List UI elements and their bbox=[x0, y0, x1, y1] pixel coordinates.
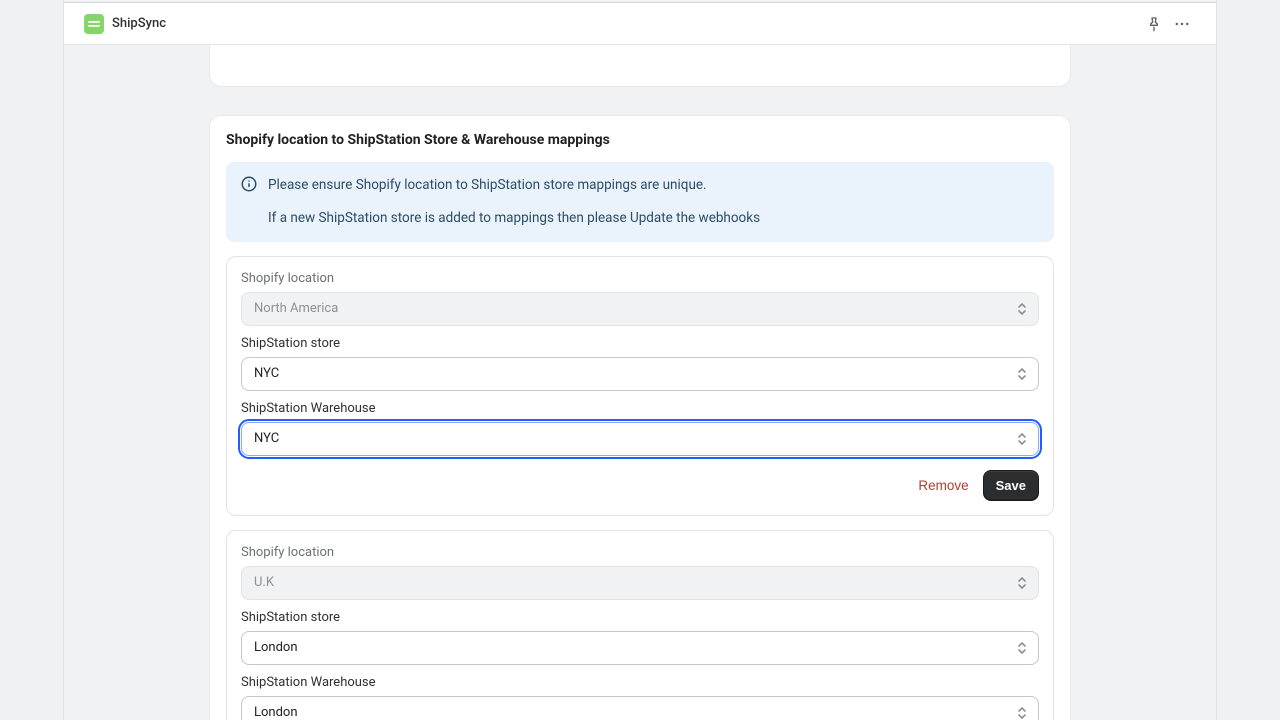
shipstation-warehouse-select[interactable]: London bbox=[241, 696, 1039, 720]
shopify-location-select: U.K bbox=[241, 566, 1039, 600]
mappings-card: Shopify location to ShipStation Store & … bbox=[209, 115, 1071, 720]
shopify-location-value: U.K bbox=[254, 575, 274, 590]
section-title: Shopify location to ShipStation Store & … bbox=[226, 132, 1054, 148]
more-icon bbox=[1173, 15, 1191, 33]
info-line-1: Please ensure Shopify location to ShipSt… bbox=[268, 174, 760, 197]
shopify-location-value: North America bbox=[254, 301, 338, 316]
shipstation-warehouse-label: ShipStation Warehouse bbox=[241, 401, 1039, 416]
select-chevrons-icon bbox=[1016, 575, 1028, 591]
shipstation-warehouse-label: ShipStation Warehouse bbox=[241, 675, 1039, 690]
shipstation-warehouse-value: London bbox=[254, 705, 298, 720]
shipstation-store-label: ShipStation store bbox=[241, 610, 1039, 625]
select-chevrons-icon bbox=[1016, 301, 1028, 317]
shipstation-store-select[interactable]: NYC bbox=[241, 357, 1039, 391]
info-line-2: If a new ShipStation store is added to m… bbox=[268, 207, 760, 230]
info-banner: Please ensure Shopify location to ShipSt… bbox=[226, 162, 1054, 242]
mapping-block: Shopify location North America ShipStation… bbox=[226, 256, 1054, 516]
shopify-location-select: North America bbox=[241, 292, 1039, 326]
info-icon bbox=[240, 175, 258, 193]
select-chevrons-icon bbox=[1016, 640, 1028, 656]
select-chevrons-icon bbox=[1016, 705, 1028, 720]
pin-button[interactable] bbox=[1140, 10, 1168, 38]
topbar: ShipSync bbox=[64, 3, 1216, 45]
shipstation-store-value: NYC bbox=[254, 366, 279, 381]
pin-icon bbox=[1146, 16, 1162, 32]
shipstation-warehouse-value: NYC bbox=[254, 431, 279, 446]
select-chevrons-icon bbox=[1016, 366, 1028, 382]
remove-button[interactable]: Remove bbox=[918, 478, 968, 493]
mapping-block: Shopify location U.K ShipStation store Lond… bbox=[226, 530, 1054, 720]
app-title: ShipSync bbox=[112, 16, 166, 31]
select-chevrons-icon bbox=[1016, 431, 1028, 447]
app-icon bbox=[84, 14, 104, 34]
shipstation-warehouse-select[interactable]: NYC bbox=[241, 422, 1039, 456]
shopify-location-label: Shopify location bbox=[241, 271, 1039, 286]
shipstation-store-value: London bbox=[254, 640, 298, 655]
shipstation-store-label: ShipStation store bbox=[241, 336, 1039, 351]
shopify-location-label: Shopify location bbox=[241, 545, 1039, 560]
previous-card-stub bbox=[209, 45, 1071, 87]
save-button[interactable]: Save bbox=[983, 470, 1039, 501]
more-button[interactable] bbox=[1168, 10, 1196, 38]
shipstation-store-select[interactable]: London bbox=[241, 631, 1039, 665]
